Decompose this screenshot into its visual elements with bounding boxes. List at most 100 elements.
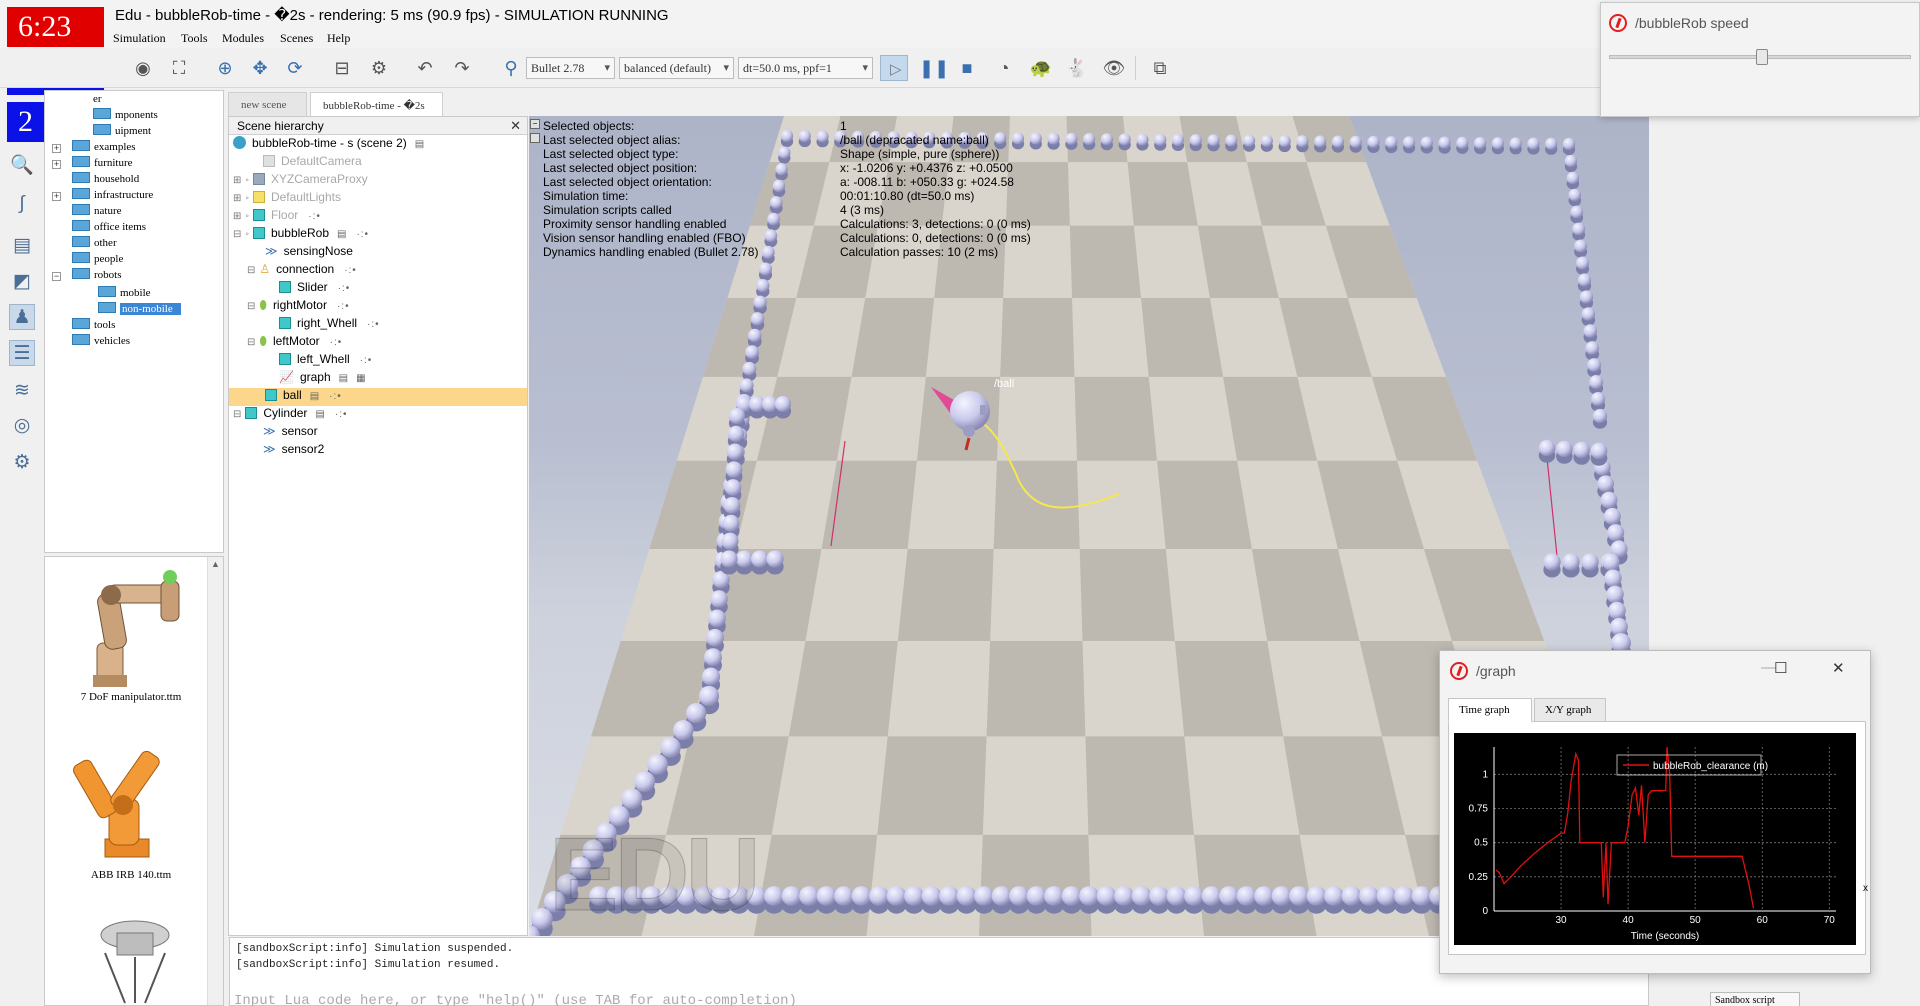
collapse-icon[interactable]: ⊟ — [247, 301, 255, 312]
expand-icon[interactable]: + — [52, 144, 61, 153]
browser-item[interactable]: robots — [72, 268, 122, 284]
rotate-icon[interactable]: ⟳ — [283, 56, 307, 80]
transfer-dna-icon[interactable]: ⚙ — [367, 56, 391, 80]
close-icon[interactable]: ✕ — [510, 118, 521, 134]
browser-item[interactable]: furniture — [72, 156, 132, 172]
undo-icon[interactable]: ↶ — [413, 56, 437, 80]
script-select[interactable]: Sandbox script — [1710, 992, 1800, 1006]
film-icon[interactable]: ◎ — [9, 413, 35, 439]
hierarchy-item[interactable]: ⊟ ♙ connection ·:• — [247, 262, 357, 280]
hierarchy-item[interactable]: ≫ sensor2 — [263, 442, 324, 460]
hierarchy-item[interactable]: 📈 graph ▤ ▦ — [279, 370, 366, 388]
tab-time-graph[interactable]: Time graph — [1448, 698, 1532, 722]
select-icon[interactable]: ⊕ — [213, 56, 237, 80]
translate-icon[interactable]: ✥ — [248, 56, 272, 80]
tab-bubblerob-time[interactable]: bubbleRob-time - �2s — [310, 92, 443, 117]
calculation-icon[interactable]: ∫ — [9, 191, 35, 217]
collapse-icon[interactable]: ⊟ — [233, 229, 241, 240]
browser-item[interactable]: uipment — [93, 124, 151, 140]
hierarchy-item[interactable]: right_Whell ·:• — [279, 316, 380, 334]
close-icon[interactable]: ✕ — [1832, 659, 1845, 677]
faster-icon[interactable]: 🐇 — [1065, 56, 1089, 80]
tab-xy-graph[interactable]: X/Y graph — [1534, 698, 1606, 722]
lua-input[interactable]: Input Lua code here, or type "help()" (u… — [234, 993, 797, 1006]
browser-item[interactable]: nature — [72, 204, 121, 220]
collapse-icon[interactable]: − — [52, 272, 61, 281]
hierarchy-item[interactable]: ⊞ ◦ Floor ·:• — [233, 208, 321, 226]
expand-icon[interactable]: ⊞ — [233, 211, 241, 222]
expand-icon[interactable]: ⊞ — [233, 175, 241, 186]
timestep-select[interactable]: dt=50.0 ms, ppf=1 — [738, 57, 873, 79]
hierarchy-item[interactable]: ⊟ Cylinder ▤ ·:• — [233, 406, 347, 424]
wall-sphere — [851, 886, 872, 906]
collapse-icon[interactable]: ⊟ — [247, 337, 255, 348]
play-button[interactable]: ▷ — [880, 55, 908, 81]
dynamics-icon[interactable]: ⚲ — [499, 56, 523, 80]
browser-item[interactable]: mponents — [93, 108, 158, 124]
pause-icon[interactable]: ❚❚ — [919, 56, 949, 80]
visualization-icon[interactable]: 👁 — [1102, 56, 1126, 80]
camera-icon[interactable]: ◉ — [131, 56, 155, 80]
collapse-icon[interactable]: ⊟ — [247, 265, 255, 276]
shape-edit-icon[interactable]: ◩ — [9, 269, 35, 295]
redo-icon[interactable]: ↷ — [450, 56, 474, 80]
browser-item[interactable]: tools — [72, 318, 115, 334]
stop-icon[interactable]: ■ — [955, 56, 979, 80]
maximize-icon[interactable]: ☐ — [1774, 659, 1787, 677]
assemble-icon[interactable]: ⊟ — [330, 56, 354, 80]
realtime-icon[interactable]: ◔ — [992, 56, 1016, 80]
search-icon[interactable]: 🔍 — [9, 153, 35, 179]
menu-tools[interactable]: Tools — [181, 31, 208, 46]
browser-item[interactable]: office items — [72, 220, 146, 236]
time-graph-plot[interactable]: 30 40 50 60 70 0 0.25 0.5 0.75 1 Time (seconds) bub… — [1454, 733, 1856, 945]
speed-slider-handle[interactable] — [1756, 49, 1768, 65]
hierarchy-item[interactable]: ≫ sensingNose — [265, 244, 353, 262]
accuracy-select[interactable]: balanced (default) — [619, 57, 734, 79]
hierarchy-item[interactable]: left_Whell ·:• — [279, 352, 372, 370]
model-browser-icon[interactable]: ♟ — [9, 304, 35, 330]
menu-modules[interactable]: Modules — [222, 31, 264, 46]
scroll-up-icon[interactable]: ▲ — [211, 559, 220, 569]
hierarchy-item[interactable]: Slider ·:• — [279, 280, 350, 298]
hierarchy-item[interactable]: DefaultCamera — [263, 154, 362, 172]
manipulator-7dof-thumbnail[interactable] — [65, 563, 205, 693]
collapse-icon[interactable]: ⊟ — [233, 409, 241, 420]
browser-item[interactable]: examples — [72, 140, 136, 156]
thumbnails-scrollbar[interactable]: ▲ — [207, 557, 223, 1005]
scene-hierarchy-icon[interactable]: ☰ — [9, 340, 35, 366]
browser-item-selected[interactable]: non-mobile — [98, 302, 181, 318]
browser-item[interactable]: household — [72, 172, 139, 188]
layers-icon[interactable]: ≋ — [9, 378, 35, 404]
hierarchy-item[interactable]: ⊟ ◦ bubbleRob ▤ ·:• — [233, 226, 369, 244]
info-toggle-icon[interactable] — [530, 133, 540, 143]
tab-new-scene[interactable]: new scene — [228, 92, 307, 117]
hierarchy-item[interactable]: ⊞ ◦ XYZCameraProxy — [233, 172, 368, 190]
user-settings-icon[interactable]: ⚙ — [9, 450, 35, 476]
abb-irb140-thumbnail[interactable] — [65, 739, 205, 869]
hierarchy-item[interactable]: ⊟ ⬮ leftMotor ·:• — [247, 334, 342, 352]
hierarchy-item[interactable]: ≫ sensor — [263, 424, 318, 442]
expand-icon[interactable]: ⊞ — [233, 193, 241, 204]
floor-tile — [1157, 460, 1252, 550]
hierarchy-root[interactable]: bubbleRob-time - s (scene 2) ▤ — [233, 136, 424, 154]
menu-scenes[interactable]: Scenes — [280, 31, 313, 46]
expand-icon[interactable]: + — [52, 160, 61, 169]
object-properties-icon[interactable]: ▤ — [9, 233, 35, 259]
hierarchy-item-selected[interactable]: ball ▤ ·:• — [229, 388, 527, 406]
browser-item[interactable]: infrastructure — [72, 188, 153, 204]
browser-item[interactable]: mobile — [98, 286, 151, 302]
fit-view-icon[interactable]: ⛶ — [167, 56, 191, 80]
browser-item[interactable]: people — [72, 252, 123, 268]
slower-icon[interactable]: 🐢 — [1029, 56, 1053, 80]
browser-item[interactable]: vehicles — [72, 334, 130, 350]
windows-icon[interactable]: ⧉ — [1148, 56, 1172, 80]
hierarchy-item[interactable]: ⊞ ◦ DefaultLights — [233, 190, 341, 208]
delta-robot-thumbnail[interactable] — [75, 913, 195, 1005]
browser-item[interactable]: other — [72, 236, 117, 252]
hierarchy-item[interactable]: ⊟ ⬮ rightMotor ·:• — [247, 298, 350, 316]
engine-select[interactable]: Bullet 2.78 — [526, 57, 615, 79]
menu-simulation[interactable]: Simulation — [113, 31, 166, 46]
expand-icon[interactable]: + — [52, 192, 61, 201]
menu-help[interactable]: Help — [327, 31, 350, 46]
info-toggle-icon[interactable]: − — [530, 119, 540, 129]
